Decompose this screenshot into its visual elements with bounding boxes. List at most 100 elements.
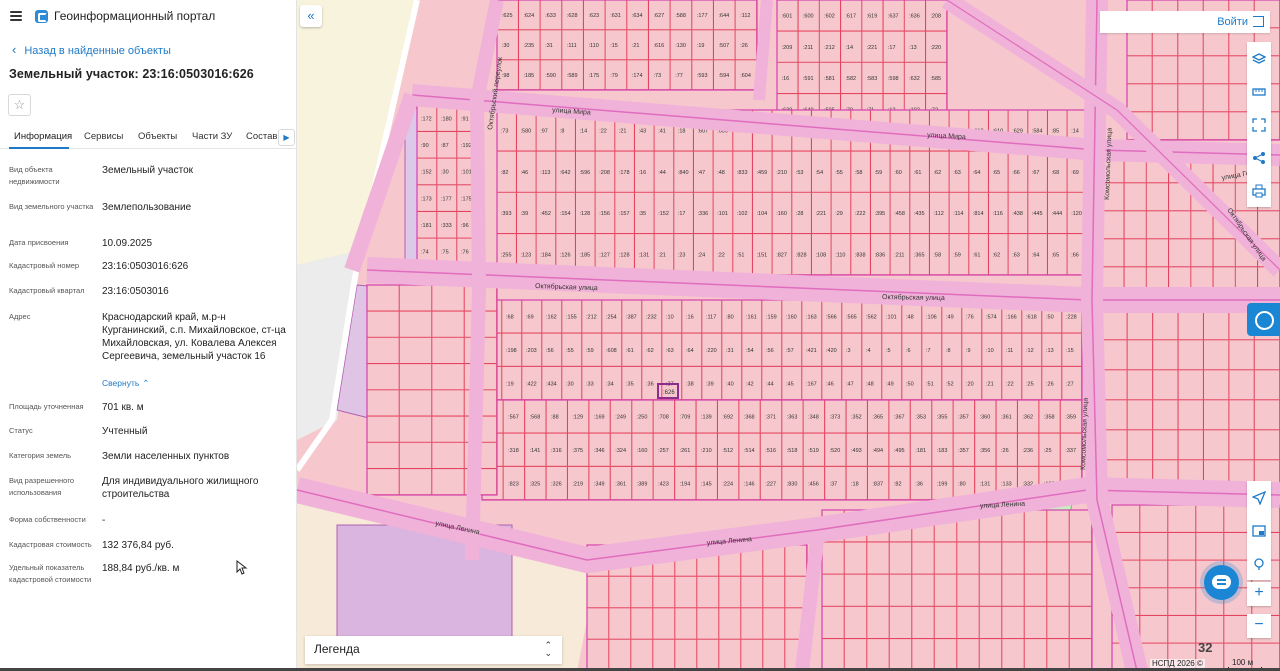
parcel[interactable] xyxy=(431,415,465,443)
parcel[interactable] xyxy=(674,607,697,640)
parcel[interactable] xyxy=(431,310,465,338)
parcel[interactable] xyxy=(1195,532,1224,561)
parcel[interactable] xyxy=(652,576,675,608)
print-button[interactable] xyxy=(1247,174,1271,207)
parcel[interactable] xyxy=(696,639,719,671)
parcel[interactable] xyxy=(1139,504,1168,533)
tabs-scroll-right-button[interactable]: ▶ xyxy=(278,129,295,146)
parcel[interactable] xyxy=(586,639,609,671)
parcel[interactable] xyxy=(1177,55,1204,84)
parcel[interactable] xyxy=(586,607,609,640)
parcel[interactable] xyxy=(911,574,935,607)
parcel[interactable] xyxy=(979,541,1002,575)
parcel[interactable] xyxy=(1254,399,1280,430)
parcel[interactable] xyxy=(956,606,980,639)
tab-parts[interactable]: Части ЗУ xyxy=(192,131,232,142)
parcel[interactable] xyxy=(1069,574,1092,607)
cadastral-map[interactable]: :625:624:633:628:623:631:634:627:588:177… xyxy=(297,0,1280,671)
parcel[interactable] xyxy=(652,607,675,640)
parcel[interactable] xyxy=(934,574,957,607)
parcel[interactable] xyxy=(1177,339,1204,370)
tab-objects[interactable]: Объекты xyxy=(138,131,177,142)
parcel[interactable] xyxy=(762,639,785,671)
parcel[interactable] xyxy=(1152,399,1179,430)
parcel[interactable] xyxy=(1146,210,1169,239)
parcel[interactable] xyxy=(1127,309,1153,340)
locate-button[interactable] xyxy=(1247,481,1271,514)
parcel[interactable] xyxy=(1139,559,1168,588)
collapse-link[interactable]: Свернуть ⌃ xyxy=(102,378,149,389)
parcel[interactable] xyxy=(1139,587,1168,616)
parcel[interactable] xyxy=(1126,83,1153,112)
parcel[interactable] xyxy=(399,389,432,417)
layers-button[interactable] xyxy=(1247,42,1271,75)
parcel[interactable] xyxy=(1046,638,1070,671)
parcel[interactable] xyxy=(1203,55,1229,84)
zoom-in-button[interactable]: + xyxy=(1247,582,1271,606)
parcel[interactable] xyxy=(979,574,1002,607)
parcel[interactable] xyxy=(674,576,697,608)
parcel[interactable] xyxy=(866,638,890,671)
parcel[interactable] xyxy=(1228,339,1255,370)
parcel[interactable] xyxy=(1024,509,1047,543)
parcel[interactable] xyxy=(1024,574,1047,607)
parcel[interactable] xyxy=(1254,339,1280,370)
parcel[interactable] xyxy=(1167,587,1196,616)
parcel[interactable] xyxy=(821,638,845,671)
parcel[interactable] xyxy=(718,639,741,671)
parcel[interactable] xyxy=(1127,429,1153,460)
screen-capture-button[interactable] xyxy=(1247,108,1271,141)
parcel[interactable] xyxy=(1001,541,1025,575)
parcel[interactable] xyxy=(399,415,432,443)
parcel[interactable] xyxy=(399,337,432,364)
parcel[interactable] xyxy=(762,607,785,640)
parcel[interactable] xyxy=(1203,111,1229,140)
parcel[interactable] xyxy=(399,310,432,338)
parcel[interactable] xyxy=(956,638,980,671)
share-button[interactable] xyxy=(1247,141,1271,174)
parcel[interactable] xyxy=(1069,509,1092,543)
parcel[interactable] xyxy=(366,337,400,364)
parcel[interactable] xyxy=(941,332,962,367)
parcel[interactable] xyxy=(1203,83,1229,112)
zoom-out-button[interactable]: − xyxy=(1247,614,1271,638)
parcel[interactable] xyxy=(1127,369,1153,400)
parcel[interactable] xyxy=(1046,574,1070,607)
parcel[interactable] xyxy=(431,468,465,495)
parcel[interactable] xyxy=(1146,238,1169,267)
parcel[interactable] xyxy=(696,607,719,640)
parcel[interactable] xyxy=(696,576,719,608)
parcel[interactable] xyxy=(366,442,400,469)
parcel[interactable] xyxy=(1001,606,1025,639)
parcel[interactable] xyxy=(956,574,980,607)
parcel[interactable] xyxy=(784,544,807,577)
parcel[interactable] xyxy=(608,576,631,608)
parcel[interactable] xyxy=(1168,238,1191,267)
parcel[interactable] xyxy=(1195,504,1224,533)
collapse-panel-button[interactable]: « xyxy=(300,5,322,27)
parcel[interactable] xyxy=(674,639,697,671)
parcel[interactable] xyxy=(431,389,465,417)
parcel[interactable] xyxy=(1203,309,1229,340)
parcel[interactable] xyxy=(921,332,942,367)
parcel[interactable] xyxy=(956,541,980,575)
parcel[interactable] xyxy=(1069,638,1092,671)
parcel[interactable] xyxy=(1177,399,1204,430)
parcel[interactable] xyxy=(1123,210,1147,239)
parcel[interactable] xyxy=(1257,210,1280,239)
parcel[interactable] xyxy=(1127,399,1153,430)
parcel[interactable] xyxy=(740,607,763,640)
parcel[interactable] xyxy=(1152,369,1179,400)
parcel[interactable] xyxy=(844,606,867,639)
pin-button[interactable] xyxy=(1247,547,1271,580)
parcel[interactable] xyxy=(608,639,631,671)
parcel[interactable] xyxy=(1152,429,1179,460)
parcel[interactable] xyxy=(1152,83,1178,112)
ruler-button[interactable] xyxy=(1247,75,1271,108)
parcel[interactable] xyxy=(630,607,653,640)
parcel[interactable] xyxy=(718,576,741,608)
parcel[interactable] xyxy=(1190,238,1214,267)
parcel[interactable] xyxy=(1203,399,1229,430)
parcel[interactable] xyxy=(630,576,653,608)
parcel[interactable] xyxy=(889,541,912,575)
